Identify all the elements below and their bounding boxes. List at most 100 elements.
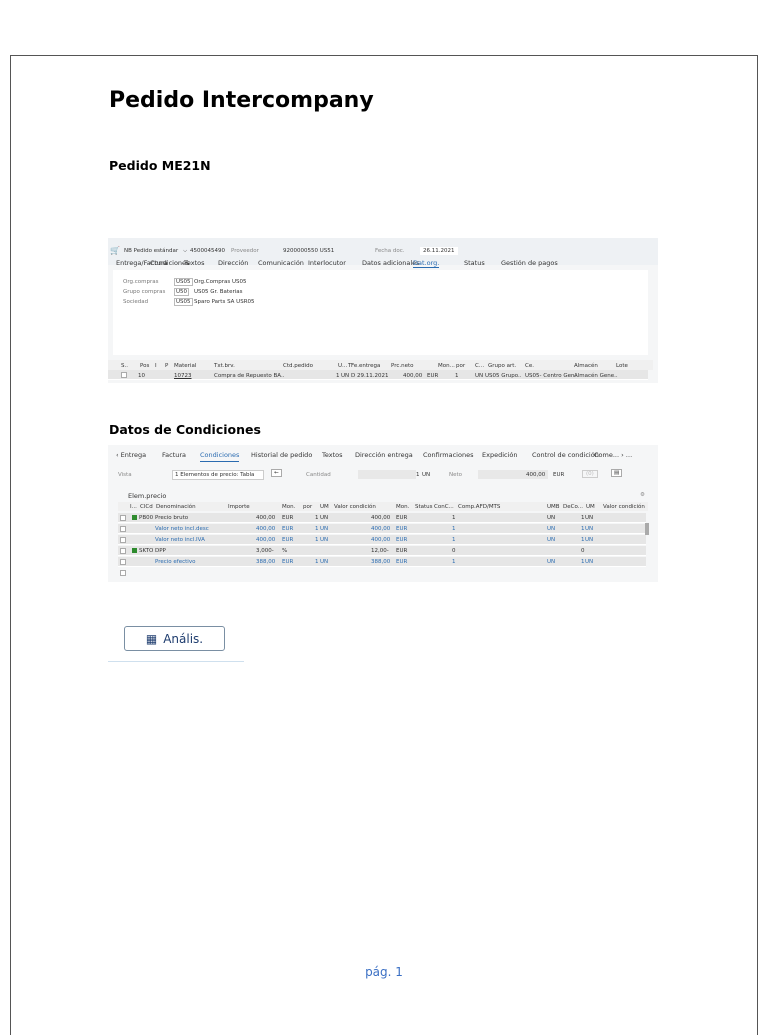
tab-2[interactable]: Condiciones xyxy=(200,451,240,462)
column-header: ConC... xyxy=(434,504,454,510)
field-code[interactable]: US05 xyxy=(174,278,193,286)
column-header: Prc.neto xyxy=(391,363,414,369)
tab-7[interactable]: Expedición xyxy=(482,451,518,459)
page-title: Pedido Intercompany xyxy=(109,88,374,113)
tab-2[interactable]: Textos xyxy=(184,259,205,267)
column-header: ClCd xyxy=(140,504,153,510)
tab-5[interactable]: Interlocutor xyxy=(308,259,346,267)
cell: UN xyxy=(547,559,556,565)
cell: 1 xyxy=(452,537,456,543)
tab-9[interactable]: Come... › … xyxy=(594,451,632,459)
column-header: S.. xyxy=(121,363,128,369)
cell: EUR xyxy=(282,515,294,521)
analysis-button-image: ▦ Anális. xyxy=(108,617,244,662)
tab-6[interactable]: Datos adicionales xyxy=(362,259,420,267)
item-cell: 29.11.2021 xyxy=(357,373,389,379)
tab-4[interactable]: Comunicación xyxy=(258,259,304,267)
page-number: pág. 1 xyxy=(365,965,403,979)
cell: EUR xyxy=(396,515,408,521)
me21n-screenshot: 🛒 NB Pedido estándar ⌵ 4500045490 Provee… xyxy=(108,238,658,383)
column-header: Mon. xyxy=(396,504,410,510)
tab-7[interactable]: Dat.org. xyxy=(413,259,440,268)
vista-select[interactable]: 1 Elementos de precio: Tabla xyxy=(172,470,264,480)
cell: UN xyxy=(320,537,329,543)
row-checkbox[interactable] xyxy=(120,515,126,521)
cell: 1 xyxy=(452,515,456,521)
calc-button[interactable]: (0) xyxy=(582,470,598,478)
neto-value: 400,00 xyxy=(526,472,546,478)
vendor-field[interactable]: 9200000550 US51 xyxy=(283,248,334,254)
date-field[interactable]: 26.11.2021 xyxy=(420,247,458,255)
field-label: Grupo compras xyxy=(123,289,166,295)
column-header: Valor condición xyxy=(603,504,645,510)
column-header: U... xyxy=(338,363,348,369)
row-checkbox[interactable] xyxy=(120,537,126,543)
item-cell: 400,00 xyxy=(403,373,423,379)
conditions-screenshot: ‹ Entrega Factura Condiciones Historial de … xyxy=(108,445,658,582)
tab-5[interactable]: Dirección entrega xyxy=(355,451,413,459)
column-header: Fe.entrega xyxy=(351,363,381,369)
cell: UN xyxy=(547,526,556,532)
cell: 0 xyxy=(581,548,585,554)
cell: UN xyxy=(320,559,329,565)
section-heading-conditions: Datos de Condiciones xyxy=(109,422,261,437)
tab-0[interactable]: ‹ Entrega xyxy=(116,451,146,459)
tab-3[interactable]: Historial de pedido xyxy=(251,451,312,459)
field-code[interactable]: U50 xyxy=(174,288,190,296)
cell: Precio bruto xyxy=(155,515,189,521)
cell: UN xyxy=(547,515,556,521)
table-settings-icon[interactable]: ▤ xyxy=(611,469,623,477)
tab-6[interactable]: Confirmaciones xyxy=(423,451,473,459)
tab-4[interactable]: Textos xyxy=(322,451,343,459)
cell: 400,00 xyxy=(256,515,276,521)
cell: Precio efectivo xyxy=(155,559,196,565)
doc-number[interactable]: 4500045490 xyxy=(190,248,225,254)
tab-8[interactable]: Control de condición xyxy=(532,451,599,459)
item-cell[interactable]: 10723 xyxy=(174,373,192,379)
row-checkbox[interactable] xyxy=(120,559,126,565)
cell: 0 xyxy=(452,548,456,554)
cell: UN xyxy=(320,515,329,521)
cell: UN xyxy=(547,537,556,543)
item-cell: Compra de Repuesto BA.. xyxy=(214,373,285,379)
column-header: UMB xyxy=(547,504,560,510)
tab-3[interactable]: Dirección xyxy=(218,259,248,267)
cell: 400,00 xyxy=(256,537,276,543)
vendor-label: Proveedor xyxy=(231,248,259,254)
doc-type-select[interactable]: NB Pedido estándar xyxy=(124,248,178,254)
tab-1[interactable]: Factura xyxy=(162,451,186,459)
row-checkbox[interactable] xyxy=(121,372,127,378)
status-green-icon xyxy=(132,548,137,553)
item-cell: US05 Grupo.. xyxy=(485,373,522,379)
row-checkbox[interactable] xyxy=(120,526,126,532)
cell: 12,00- xyxy=(371,548,389,554)
row-checkbox[interactable] xyxy=(120,570,126,576)
column-header: Mon. xyxy=(282,504,296,510)
item-cell: 10 xyxy=(138,373,145,379)
cantidad-value[interactable]: 1 xyxy=(416,472,420,478)
cell: EUR xyxy=(282,526,294,532)
row-checkbox[interactable] xyxy=(120,548,126,554)
column-header: UM xyxy=(320,504,329,510)
section-heading-me21n: Pedido ME21N xyxy=(109,158,211,173)
cell: EUR xyxy=(282,559,294,565)
cell: 1 xyxy=(452,559,456,565)
cell: SKTO xyxy=(139,548,154,554)
column-header: I... xyxy=(130,504,137,510)
cell: % xyxy=(282,548,288,554)
settings-gear-icon[interactable]: ⚙ xyxy=(640,492,645,498)
field-code[interactable]: US05 xyxy=(174,298,193,306)
date-label: Fecha doc. xyxy=(375,248,405,254)
vista-label: Vista xyxy=(118,472,132,478)
cell: 3,000- xyxy=(256,548,274,554)
column-header: Material xyxy=(174,363,197,369)
back-arrow-icon[interactable]: ← xyxy=(271,469,282,477)
scrollbar-thumb[interactable] xyxy=(645,523,649,535)
analysis-button[interactable]: ▦ Anális. xyxy=(124,626,225,651)
tab-9[interactable]: Gestión de pagos xyxy=(501,259,558,267)
column-header: Valor condición xyxy=(334,504,376,510)
field-label: Org.compras xyxy=(123,279,159,285)
cell: EUR xyxy=(282,537,294,543)
tab-8[interactable]: Status xyxy=(464,259,485,267)
column-header: Importe xyxy=(228,504,250,510)
